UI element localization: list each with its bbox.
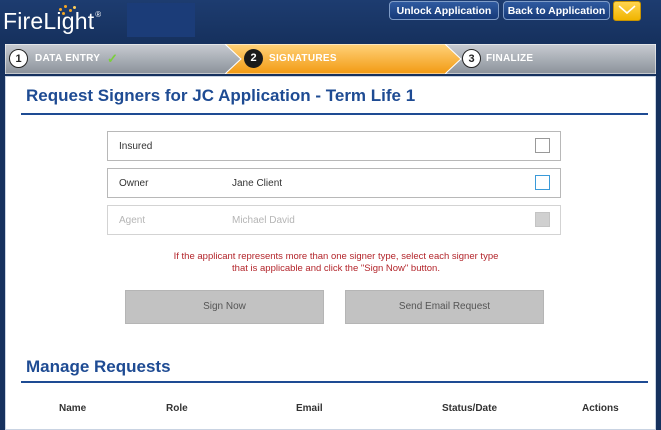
step-label: SIGNATURES xyxy=(269,53,337,64)
title-divider xyxy=(21,113,648,115)
company-logo-placeholder xyxy=(127,3,195,37)
app-header: FireLight® Unlock Application Back to Ap… xyxy=(0,0,661,42)
firelight-logo[interactable]: FireLight® xyxy=(3,5,102,35)
step-number: 3 xyxy=(462,49,481,68)
instructions-line-2: that is applicable and click the "Sign N… xyxy=(232,263,440,274)
sign-now-button[interactable]: Sign Now xyxy=(125,290,324,324)
signer-name: Michael David xyxy=(232,215,295,226)
signer-type: Agent xyxy=(119,215,146,226)
checkmark-icon: ✓ xyxy=(107,51,118,66)
send-email-request-button[interactable]: Send Email Request xyxy=(345,290,544,324)
column-header-status-date: Status/Date xyxy=(442,403,498,414)
step-finalize[interactable]: 3 FINALIZE xyxy=(445,44,656,74)
logo-trademark: ® xyxy=(95,10,102,19)
signer-instructions: If the applicant represents more than on… xyxy=(126,251,546,275)
envelope-icon[interactable] xyxy=(613,1,641,21)
signer-row-owner[interactable]: Owner Jane Client xyxy=(107,168,561,198)
step-signatures[interactable]: 2 SIGNATURES xyxy=(225,44,461,74)
unlock-application-button[interactable]: Unlock Application xyxy=(389,1,499,20)
instructions-line-1: If the applicant represents more than on… xyxy=(173,251,499,262)
step-number: 1 xyxy=(9,49,28,68)
signer-row-insured[interactable]: Insured xyxy=(107,131,561,161)
column-header-email: Email xyxy=(296,403,323,414)
signer-type: Insured xyxy=(119,141,153,152)
signer-type: Owner xyxy=(119,178,149,189)
insured-checkbox[interactable] xyxy=(535,138,550,153)
step-number: 2 xyxy=(244,49,263,68)
back-to-application-button[interactable]: Back to Application xyxy=(503,1,610,20)
step-label: DATA ENTRY xyxy=(35,53,101,64)
page-title: Request Signers for JC Application - Ter… xyxy=(26,86,416,105)
column-header-actions: Actions xyxy=(582,403,619,414)
step-label: FINALIZE xyxy=(486,53,534,64)
signer-row-agent: Agent Michael David xyxy=(107,205,561,235)
owner-checkbox[interactable] xyxy=(535,175,550,190)
manage-divider xyxy=(21,381,648,383)
logo-text: FireLight xyxy=(3,8,95,34)
main-panel: Request Signers for JC Application - Ter… xyxy=(5,76,656,430)
logo-sparks-icon xyxy=(53,4,79,20)
column-header-role: Role xyxy=(166,403,188,414)
progress-steps: 1 DATA ENTRY ✓ 2 SIGNATURES 3 FINALIZE xyxy=(5,44,656,74)
step-data-entry[interactable]: 1 DATA ENTRY ✓ xyxy=(5,44,241,74)
column-header-name: Name xyxy=(59,403,87,414)
agent-checkbox xyxy=(535,212,550,227)
signer-name: Jane Client xyxy=(232,178,283,189)
manage-requests-title: Manage Requests xyxy=(26,357,171,376)
